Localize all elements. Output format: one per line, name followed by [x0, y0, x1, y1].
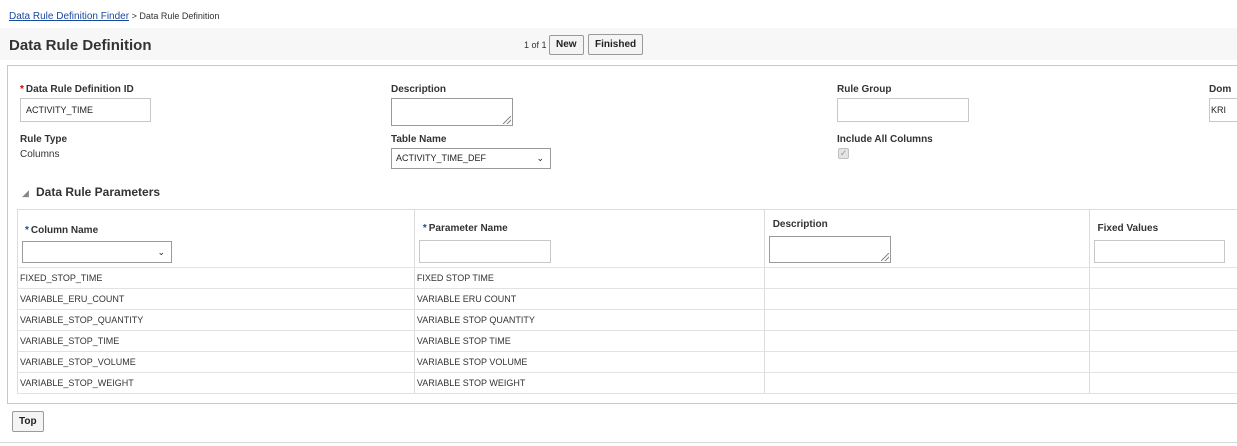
table-row[interactable]: VARIABLE_ERU_COUNT VARIABLE ERU COUNT — [17, 288, 1237, 310]
rule-type-label: Rule Type — [20, 134, 68, 145]
column-name-cell: VARIABLE_ERU_COUNT — [17, 288, 415, 310]
triangle-down-icon[interactable]: ◢ — [22, 188, 29, 199]
new-button[interactable]: New — [549, 35, 584, 55]
description-label: Description — [391, 84, 447, 95]
description-cell — [764, 351, 1090, 373]
required-marker: * — [20, 84, 24, 95]
chevron-down-icon: ⌄ — [157, 247, 165, 257]
parameter-name-cell: VARIABLE STOP VOLUME — [414, 351, 765, 373]
rule-id-label: * Data Rule Definition ID — [20, 84, 134, 95]
bottom-divider — [0, 442, 1237, 443]
description-cell — [764, 309, 1090, 331]
fixed-values-cell — [1089, 309, 1237, 331]
column-name-header: * Column Name ⌄ — [17, 209, 415, 268]
breadcrumb-separator: > — [131, 11, 137, 21]
parameter-name-filter-input[interactable] — [418, 240, 551, 263]
parameter-name-cell: VARIABLE STOP QUANTITY — [414, 309, 765, 331]
required-marker: * — [422, 223, 427, 234]
description-textarea[interactable] — [391, 98, 513, 126]
breadcrumb-link-finder[interactable]: Data Rule Definition Finder — [9, 11, 129, 22]
column-name-cell: FIXED_STOP_TIME — [17, 267, 415, 289]
parameter-name-cell: VARIABLE STOP WEIGHT — [414, 372, 765, 394]
parameter-name-cell: FIXED STOP TIME — [414, 267, 765, 289]
rule-group-input[interactable] — [837, 98, 969, 122]
column-name-cell: VARIABLE_STOP_VOLUME — [17, 351, 415, 373]
fixed-values-cell — [1089, 351, 1237, 373]
required-marker: * — [25, 225, 29, 236]
include-all-checkbox[interactable]: ✓ — [838, 148, 849, 159]
parameter-name-header: * Parameter Name — [414, 209, 765, 268]
table-row[interactable]: FIXED_STOP_TIME FIXED STOP TIME — [17, 267, 1237, 289]
resize-grip-icon[interactable] — [503, 116, 511, 124]
finished-button[interactable]: Finished — [588, 34, 644, 55]
parameters-table: * Column Name ⌄ * Parameter Name Descripti… — [17, 209, 1237, 394]
table-name-label: Table Name — [391, 134, 447, 145]
column-name-cell: VARIABLE_STOP_WEIGHT — [17, 372, 415, 394]
table-row[interactable]: VARIABLE_STOP_QUANTITY VARIABLE STOP QUA… — [17, 309, 1237, 331]
section-title: Data Rule Parameters — [36, 185, 161, 199]
description-filter-textarea[interactable] — [768, 236, 891, 263]
description-cell — [764, 330, 1090, 352]
description-cell — [764, 288, 1090, 310]
column-name-cell: VARIABLE_STOP_TIME — [17, 330, 415, 352]
chevron-down-icon: ⌄ — [536, 153, 544, 163]
fixed-values-cell — [1089, 372, 1237, 394]
fixed-values-cell — [1089, 267, 1237, 289]
fixed-values-cell — [1089, 288, 1237, 310]
table-name-value: ACTIVITY_TIME_DEF — [396, 153, 487, 163]
rule-group-label: Rule Group — [837, 84, 892, 95]
description-cell — [764, 267, 1090, 289]
rule-id-input[interactable]: ACTIVITY_TIME — [20, 98, 151, 122]
fixed-values-cell — [1089, 330, 1237, 352]
table-name-select[interactable]: ACTIVITY_TIME_DEF ⌄ — [391, 148, 551, 169]
description-cell — [764, 372, 1090, 394]
table-row[interactable]: VARIABLE_STOP_VOLUME VARIABLE STOP VOLUM… — [17, 351, 1237, 373]
rule-type-value: Columns — [20, 149, 60, 160]
column-name-cell: VARIABLE_STOP_QUANTITY — [17, 309, 415, 331]
check-icon: ✓ — [839, 148, 848, 158]
table-row[interactable]: VARIABLE_STOP_TIME VARIABLE STOP TIME — [17, 330, 1237, 352]
parameter-name-cell: VARIABLE STOP TIME — [414, 330, 765, 352]
domain-input[interactable]: KRI — [1209, 98, 1237, 122]
fixed-values-filter-input[interactable] — [1093, 240, 1225, 263]
table-row[interactable]: VARIABLE_STOP_WEIGHT VARIABLE STOP WEIGH… — [17, 372, 1237, 394]
description-header: Description — [764, 209, 1090, 268]
include-all-label: Include All Columns — [837, 134, 933, 145]
table-header-row: * Column Name ⌄ * Parameter Name Descripti… — [17, 209, 1237, 268]
pager-text: 1 of 1 — [524, 40, 547, 50]
top-button[interactable]: Top — [12, 411, 44, 432]
parameter-name-cell: VARIABLE ERU COUNT — [414, 288, 765, 310]
resize-grip-icon[interactable] — [880, 253, 889, 261]
domain-label: Dom — [1209, 84, 1232, 95]
breadcrumb: Data Rule Definition Finder > Data Rule … — [9, 11, 219, 22]
breadcrumb-current: Data Rule Definition — [139, 11, 220, 21]
page-title: Data Rule Definition — [9, 37, 152, 54]
column-name-filter-select[interactable]: ⌄ — [22, 241, 172, 263]
fixed-values-header: Fixed Values — [1089, 209, 1237, 268]
